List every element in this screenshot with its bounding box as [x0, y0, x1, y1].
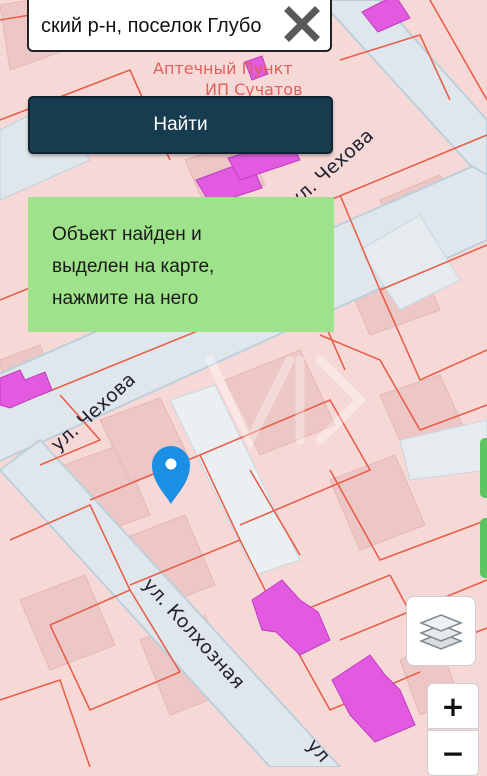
notice-line-2: выделен на карте, — [52, 256, 215, 277]
layers-icon — [419, 614, 463, 650]
zoom-out-button[interactable]: − — [427, 730, 479, 776]
layers-button[interactable] — [406, 596, 476, 666]
found-notice: Объект найден и выделен на карте, нажмит… — [28, 197, 334, 332]
side-tab-lower[interactable] — [480, 518, 487, 578]
search-box — [27, 0, 332, 52]
poi-name: Аптечный Пункт — [153, 59, 293, 78]
side-tab-upper[interactable] — [480, 438, 487, 498]
zoom-in-button[interactable]: + — [427, 683, 479, 729]
notice-line-1: Объект найден и — [52, 224, 202, 245]
clear-search-button[interactable] — [284, 6, 320, 42]
find-button[interactable]: Найти — [28, 96, 333, 154]
search-input[interactable] — [29, 14, 289, 38]
close-icon — [284, 6, 320, 42]
notice-line-3: нажмите на него — [52, 288, 199, 309]
